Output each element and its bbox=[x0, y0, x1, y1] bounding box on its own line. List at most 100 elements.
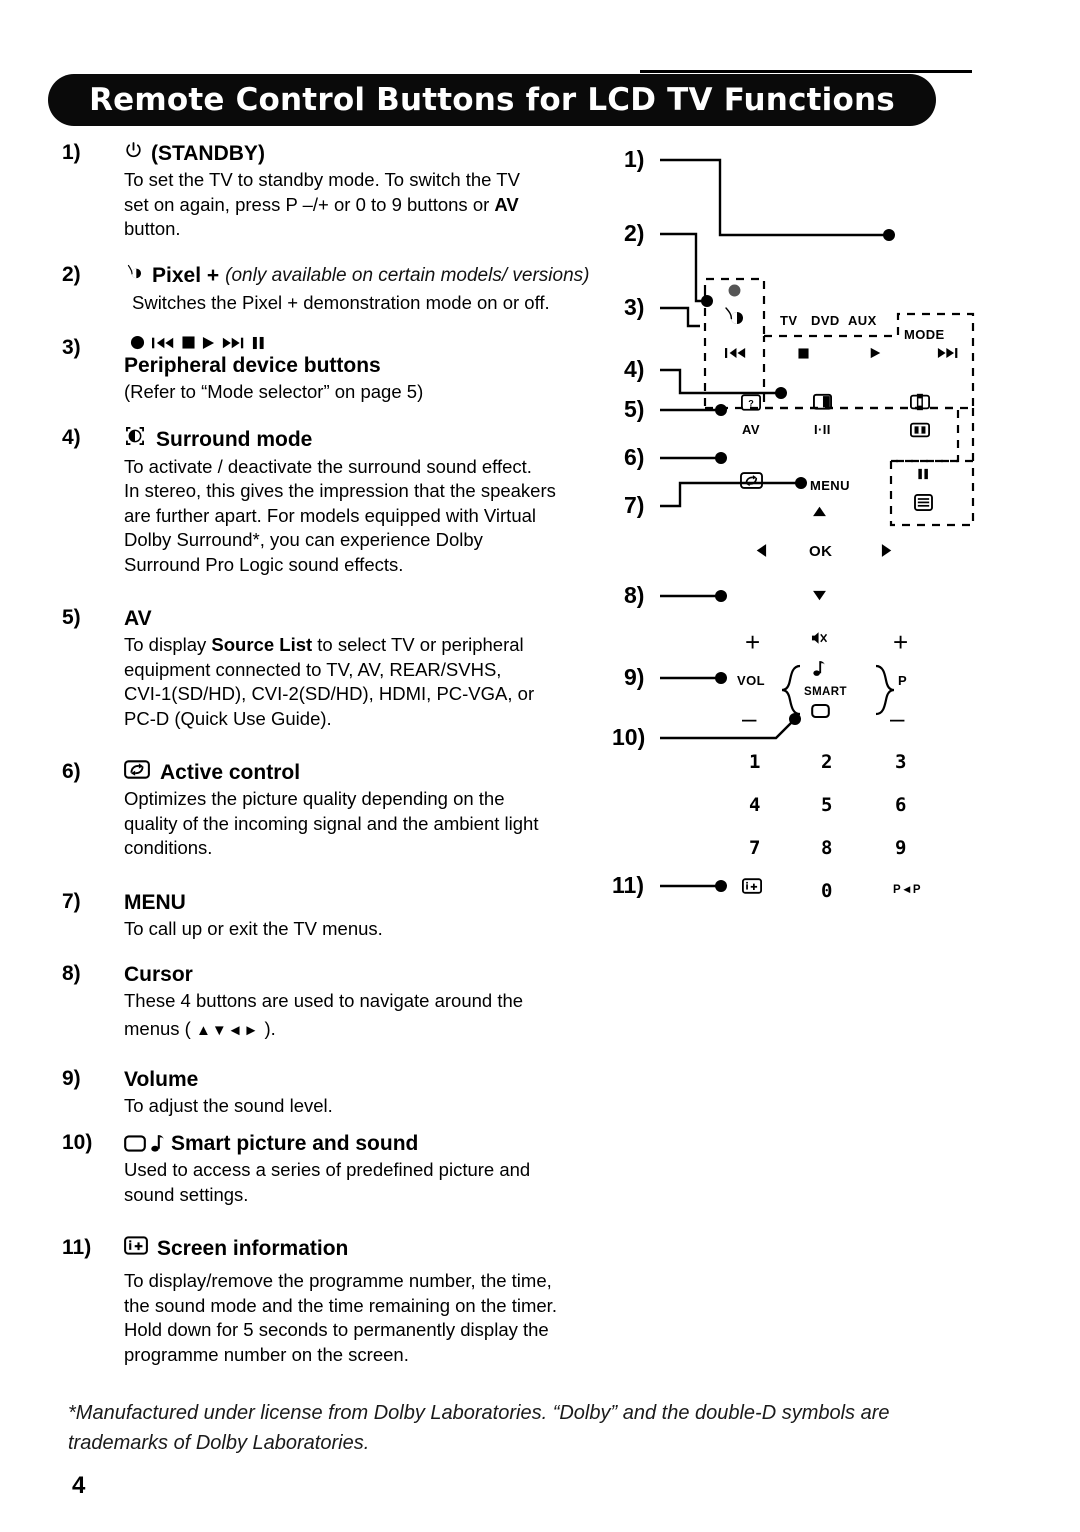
list-item-pixel-plus: 2) Pixel + (only available on certain mo… bbox=[62, 262, 602, 316]
play-icon bbox=[202, 336, 215, 350]
list-item-peripheral-buttons: 3) Peripheral device buttons (Refer to “… bbox=[62, 335, 602, 405]
av-label: AV bbox=[742, 422, 760, 437]
item-heading: (STANDBY) bbox=[124, 140, 602, 167]
list-item-menu: 7) MENU To call up or exit the TV menus. bbox=[62, 889, 602, 942]
callout-1: 1) bbox=[624, 146, 645, 172]
callout-4: 4) bbox=[624, 356, 645, 382]
desc-text: to select TV or peripheral bbox=[312, 634, 524, 655]
item-heading: Smart picture and sound bbox=[124, 1130, 602, 1157]
desc-text: menus ( bbox=[124, 1017, 196, 1039]
item-desc-line: Switches the Pixel + demonstration mode … bbox=[132, 291, 550, 313]
item-desc-line: sound settings. bbox=[124, 1183, 249, 1205]
list-item-surround-mode: 4) Surround mode To activate / deactivat… bbox=[62, 425, 602, 578]
mode-dvd-label: DVD bbox=[811, 313, 840, 328]
callout-6: 6) bbox=[624, 444, 645, 470]
item-desc-line: equipment connected to TV, AV, REAR/SVHS… bbox=[124, 658, 502, 680]
keypad-key-0: 0 bbox=[821, 880, 833, 902]
record-icon bbox=[130, 335, 145, 350]
mode-tv-label: TV bbox=[780, 313, 798, 328]
callout-11: 11) bbox=[612, 872, 644, 898]
item-title: Surround mode bbox=[156, 427, 313, 451]
item-title: Volume bbox=[124, 1067, 199, 1091]
item-desc-line: CVI-1(SD/HD), CVI-2(SD/HD), HDMI, PC-VGA… bbox=[124, 683, 535, 704]
item-number: 10) bbox=[62, 1131, 93, 1154]
av-bold: AV bbox=[494, 193, 519, 215]
callout-2: 2) bbox=[624, 220, 645, 246]
list-item-av: 5) AV To display Source List to select T… bbox=[62, 605, 602, 731]
pip-label: P◄P bbox=[893, 884, 921, 896]
footnote-line: trademarks of Dolby Laboratories. bbox=[68, 1432, 370, 1454]
keypad-key-9: 9 bbox=[895, 837, 907, 859]
callout-8: 8) bbox=[624, 582, 645, 608]
item-title: (STANDBY) bbox=[151, 142, 265, 165]
item-desc-line: Surround Pro Logic sound effects. bbox=[124, 553, 404, 575]
item-desc-line: (Refer to “Mode selector” on page 5) bbox=[124, 381, 424, 402]
item-heading: Volume bbox=[124, 1066, 602, 1093]
keypad-key-4: 4 bbox=[749, 794, 761, 816]
keypad-key-8: 8 bbox=[821, 837, 833, 859]
dolby-footnote: *Manufactured under license from Dolby L… bbox=[68, 1398, 938, 1458]
page-number: 4 bbox=[72, 1472, 86, 1499]
item-number: 2) bbox=[62, 262, 81, 286]
item-heading: Active control bbox=[124, 759, 602, 786]
item-desc-line: Optimizes the picture quality depending … bbox=[124, 788, 505, 809]
item-title: MENU bbox=[124, 890, 186, 914]
item-number: 1) bbox=[62, 141, 81, 164]
keypad-key-5: 5 bbox=[821, 794, 833, 816]
active-control-icon bbox=[124, 759, 150, 786]
item-desc-line: programme number on the screen. bbox=[124, 1343, 409, 1365]
list-item-standby: 1) (STANDBY) To set the TV to standby mo… bbox=[62, 140, 602, 242]
smart-bracket bbox=[781, 664, 895, 716]
header-rule bbox=[640, 70, 972, 73]
desc-text: ). bbox=[259, 1017, 276, 1039]
remote-control-diagram: 1) 2) 3) 4) 5) 6) 7) 8) 9) 10) 11) TV DV… bbox=[608, 138, 1008, 928]
item-desc-line: These 4 buttons are used to navigate aro… bbox=[124, 990, 524, 1011]
standby-power-icon bbox=[124, 140, 143, 167]
item-title: Peripheral device buttons bbox=[124, 354, 381, 377]
list-item-smart-picture-sound: 10) Smart picture and sound Used to acce… bbox=[62, 1130, 602, 1207]
item-desc-line: button. bbox=[124, 218, 181, 239]
callout-9: 9) bbox=[624, 664, 645, 690]
page-header-banner: Remote Control Buttons for LCD TV Functi… bbox=[48, 74, 936, 126]
item-number: 11) bbox=[62, 1236, 92, 1259]
keypad-key-3: 3 bbox=[895, 751, 907, 773]
surround-mode-icon bbox=[124, 425, 146, 454]
ok-label: OK bbox=[809, 543, 833, 560]
item-desc-line: are further apart. For models equipped w… bbox=[124, 504, 537, 526]
smart-label: SMART bbox=[804, 686, 847, 698]
page-title: Remote Control Buttons for LCD TV Functi… bbox=[89, 82, 895, 118]
mode-label: MODE bbox=[904, 327, 945, 342]
item-desc-line: In stereo, this gives the impression tha… bbox=[124, 480, 556, 501]
keypad-key-2: 2 bbox=[821, 751, 833, 773]
programme-up-label: + bbox=[893, 627, 909, 657]
item-title: Cursor bbox=[124, 963, 193, 986]
item-desc-line: To activate / deactivate the surround so… bbox=[124, 455, 532, 477]
smart-picture-sound-icon bbox=[124, 1134, 164, 1153]
volume-up-label: + bbox=[745, 627, 761, 657]
item-title: Screen information bbox=[157, 1237, 349, 1260]
item-number: 5) bbox=[62, 606, 81, 629]
item-desc-line: conditions. bbox=[124, 837, 213, 858]
screen-information-icon bbox=[124, 1235, 148, 1262]
desc-text: To display bbox=[124, 634, 212, 655]
volume-down-label: – bbox=[742, 703, 757, 733]
instruction-list: 1) (STANDBY) To set the TV to standby mo… bbox=[62, 140, 602, 1367]
vol-label: VOL bbox=[737, 673, 765, 688]
callout-7: 7) bbox=[624, 492, 645, 518]
list-item-screen-information: 11) Screen information To display/remove… bbox=[62, 1235, 602, 1367]
item-note: (only available on certain models/ versi… bbox=[225, 264, 590, 286]
item-desc-line: Dolby Surround*, you can experience Dolb… bbox=[124, 529, 483, 550]
manual-page: Remote Control Buttons for LCD TV Functi… bbox=[0, 0, 1080, 1532]
pixel-plus-icon bbox=[124, 262, 146, 290]
keypad-key-6: 6 bbox=[895, 794, 907, 816]
item-number: 8) bbox=[62, 962, 81, 985]
item-number: 7) bbox=[62, 889, 81, 913]
item-desc-line: quality of the incoming signal and the a… bbox=[124, 812, 539, 834]
diagram-leader-lines bbox=[660, 158, 975, 892]
peripheral-transport-icons bbox=[130, 335, 602, 350]
item-number: 4) bbox=[62, 425, 81, 449]
item-desc-line: PC-D (Quick Use Guide). bbox=[124, 707, 332, 729]
stop-icon bbox=[182, 336, 195, 349]
item-title: Pixel + bbox=[152, 264, 220, 287]
footnote-line: *Manufactured under license from Dolby L… bbox=[68, 1402, 890, 1424]
